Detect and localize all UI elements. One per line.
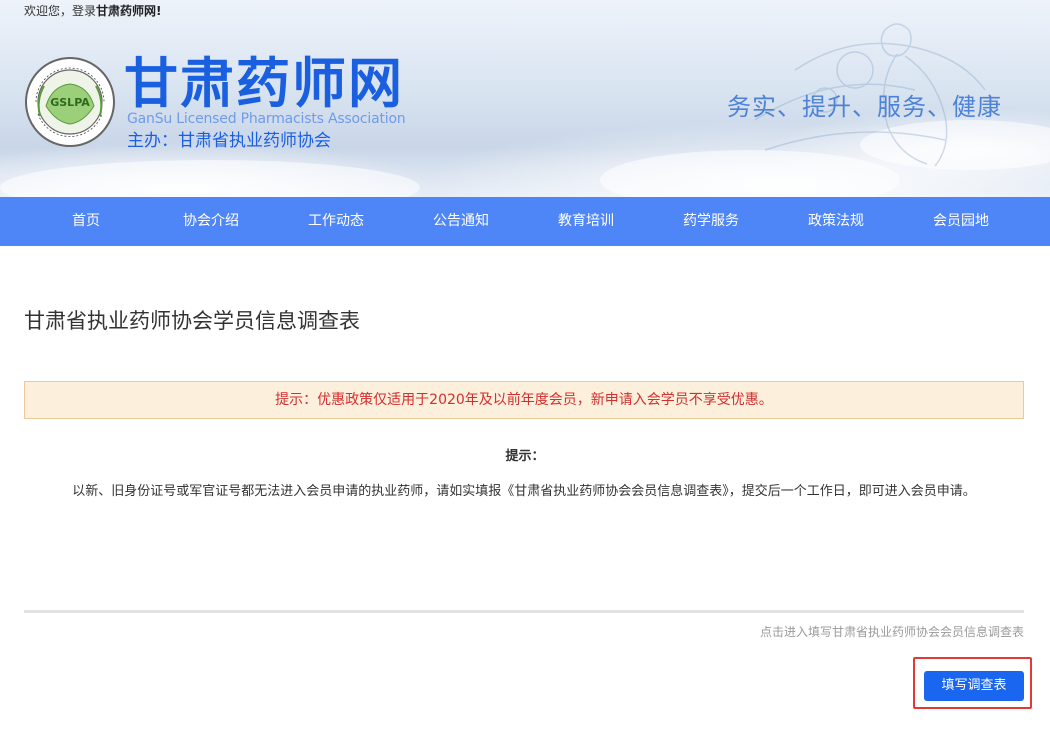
association-emblem-icon: GSLPA: [25, 57, 115, 147]
notice-banner: 提示：优惠政策仅适用于2020年及以前年度会员，新申请入会学员不享受优惠。: [24, 381, 1024, 419]
nav-item-members[interactable]: 会员园地: [911, 197, 1011, 246]
nav-item-news[interactable]: 工作动态: [286, 197, 386, 246]
survey-hint-link[interactable]: 点击进入填写甘肃省执业药师协会会员信息调查表: [760, 624, 1024, 640]
nav-item-pharmacy-service[interactable]: 药学服务: [661, 197, 761, 246]
tip-label: 提示：: [505, 449, 545, 464]
welcome-text: 欢迎您，登录甘肃药师网!: [24, 3, 162, 19]
nav-item-policy[interactable]: 政策法规: [786, 197, 886, 246]
notice-text: 提示：优惠政策仅适用于2020年及以前年度会员，新申请入会学员不享受优惠。: [275, 392, 773, 408]
nav-item-education[interactable]: 教育培训: [536, 197, 636, 246]
nav-item-about[interactable]: 协会介绍: [161, 197, 261, 246]
fill-survey-button[interactable]: 填写调查表: [924, 671, 1024, 701]
welcome-prefix: 欢迎您，登录: [24, 4, 97, 18]
tip-text: 以新、旧身份证号或军官证号都无法进入会员申请的执业药师，请如实填报《甘肃省执业药…: [72, 484, 976, 499]
site-title: 甘肃药师网: [124, 52, 404, 115]
main-nav: 首页 协会介绍 工作动态 公告通知 教育培训 药学服务 政策法规 会员园地: [0, 197, 1050, 246]
site-header: 欢迎您，登录甘肃药师网! GSLPA 甘肃药师网 GanSu Licensed …: [0, 0, 1050, 197]
page-title: 甘肃省执业药师协会学员信息调查表: [24, 309, 360, 333]
emblem-text: GSLPA: [50, 96, 90, 109]
nav-item-home[interactable]: 首页: [36, 197, 136, 246]
cloud-decoration: [0, 160, 420, 197]
site-slogan: 务实、提升、服务、健康: [727, 93, 1002, 121]
site-subtitle-english: GanSu Licensed Pharmacists Association: [127, 111, 406, 127]
section-divider: [24, 610, 1024, 613]
site-sponsor: 主办：甘肃省执业药师协会: [127, 131, 331, 151]
welcome-site-name: 甘肃药师网!: [96, 4, 162, 18]
nav-item-announcements[interactable]: 公告通知: [411, 197, 511, 246]
